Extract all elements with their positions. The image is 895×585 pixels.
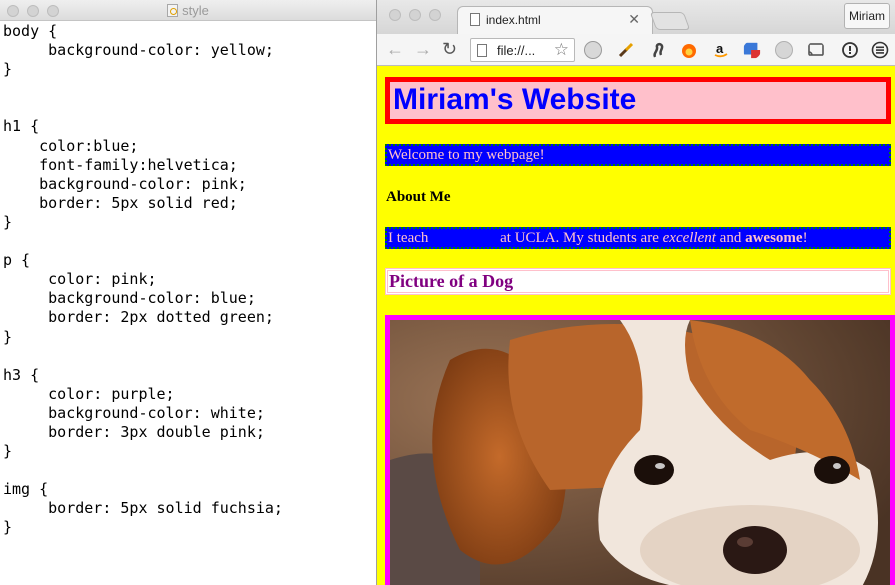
code-line: border: 5px solid red;: [3, 193, 238, 212]
bookmark-star-icon[interactable]: ☆: [554, 40, 569, 60]
excellent-text: excellent: [662, 230, 716, 246]
code-line: }: [3, 212, 13, 231]
forward-arrow-icon[interactable]: →: [414, 39, 432, 59]
code-line: }: [3, 518, 13, 537]
code-line: background-color: pink;: [3, 174, 247, 193]
dog-picture-heading: Picture of a Dog: [385, 268, 891, 295]
address-text[interactable]: file://...: [497, 43, 535, 58]
browser-zoom-button[interactable]: [429, 9, 441, 21]
menu-icon[interactable]: [871, 41, 889, 59]
code-line: background-color: blue;: [3, 289, 256, 308]
awesome-text: awesome: [745, 230, 803, 246]
page-icon: [470, 13, 480, 26]
new-tab-button[interactable]: [649, 12, 691, 30]
teach-text: I teach: [388, 230, 429, 246]
code-line: img {: [3, 480, 49, 499]
code-line: color: purple;: [3, 384, 175, 403]
brush-icon[interactable]: [617, 41, 635, 59]
hand-icon[interactable]: [584, 41, 602, 59]
code-line: border: 2px dotted green;: [3, 308, 274, 327]
calendar-icon[interactable]: [743, 41, 761, 59]
text-editor-window: style body { background-color: yellow;} …: [0, 0, 376, 585]
code-line: color:blue;: [3, 136, 139, 155]
dog-image: [385, 315, 895, 585]
browser-tabstrip: index.html ✕ Miriam: [377, 0, 895, 34]
code-line: font-family:helvetica;: [3, 155, 238, 174]
browser-toolbar: ← → ↻ file://... ☆ a: [377, 34, 895, 66]
code-line: background-color: yellow;: [3, 41, 274, 60]
tab-close-icon[interactable]: ✕: [628, 11, 640, 28]
tab-title: index.html: [486, 13, 541, 27]
h-icon[interactable]: [775, 41, 793, 59]
about-me-heading: About Me: [386, 189, 451, 205]
welcome-paragraph: Welcome to my webpage!: [385, 144, 891, 166]
browser-close-button[interactable]: [389, 9, 401, 21]
code-line: color: pink;: [3, 270, 157, 289]
profile-button[interactable]: Miriam: [844, 3, 890, 29]
exclamation-text: !: [802, 230, 808, 246]
cast-icon[interactable]: [807, 41, 825, 59]
teaching-paragraph: I teach at UCLA. My students are excelle…: [385, 227, 891, 249]
editor-titlebar: style: [0, 0, 376, 21]
puzzle-icon[interactable]: [650, 41, 668, 59]
page-heading: Miriam's Website: [385, 77, 891, 124]
editor-title: style: [0, 3, 376, 18]
dog-photo-illustration: [390, 320, 890, 585]
svg-text:a: a: [716, 41, 724, 56]
code-line: body {: [3, 22, 58, 40]
info-icon[interactable]: [841, 41, 859, 59]
code-line: background-color: white;: [3, 403, 265, 422]
code-line: }: [3, 442, 13, 461]
page-info-icon[interactable]: [477, 44, 487, 57]
page-content: Miriam's Website Welcome to my webpage! …: [377, 66, 895, 585]
code-line: border: 5px solid fuchsia;: [3, 499, 283, 518]
document-icon: [167, 4, 179, 17]
code-line: h1 {: [3, 117, 40, 136]
code-line: }: [3, 327, 13, 346]
and-text: and: [719, 230, 742, 246]
ucla-text: at UCLA. My students are: [500, 230, 659, 246]
browser-window: index.html ✕ Miriam ← → ↻ file://... ☆ a: [376, 0, 895, 585]
browser-minimize-button[interactable]: [409, 9, 421, 21]
code-line: p {: [3, 251, 31, 270]
code-line: }: [3, 60, 13, 79]
back-arrow-icon[interactable]: ←: [386, 39, 404, 59]
editor-title-text: style: [182, 3, 209, 18]
amazon-icon[interactable]: a: [712, 41, 730, 59]
code-line: h3 {: [3, 365, 40, 384]
tab-index-html[interactable]: index.html ✕: [457, 6, 653, 34]
fire-icon[interactable]: [680, 41, 698, 59]
code-line: border: 3px double pink;: [3, 422, 265, 441]
code-text-area[interactable]: body { background-color: yellow;} h1 { c…: [3, 22, 283, 538]
reload-icon[interactable]: ↻: [442, 39, 457, 59]
address-bar[interactable]: file://... ☆: [470, 38, 575, 62]
